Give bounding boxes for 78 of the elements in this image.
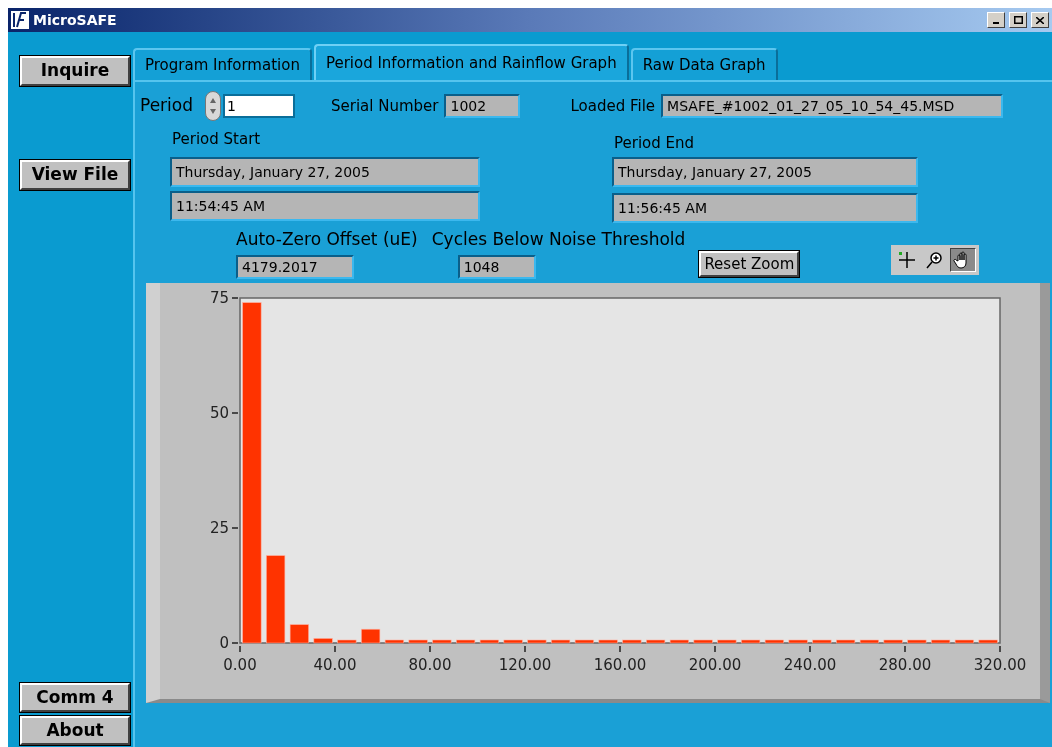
histogram-bar (527, 639, 547, 643)
histogram-bar (931, 639, 951, 643)
app-button[interactable]: Inquire (20, 56, 130, 86)
histogram-bar (456, 639, 476, 643)
histogram-bar (432, 639, 452, 643)
field-label: Serial Number (331, 95, 439, 117)
histogram-bar (907, 639, 927, 643)
histogram-bar (693, 639, 713, 643)
histogram-bar (574, 639, 594, 643)
cycles-below-noise-field: 1048 (457, 254, 536, 279)
histogram-bar (503, 639, 523, 643)
histogram-bar (598, 639, 618, 643)
graph-tool-button[interactable] (950, 247, 977, 272)
x-tick-label: 320.00 (973, 655, 1027, 674)
close-icon (1036, 16, 1044, 24)
x-tick-label: 200.00 (688, 655, 742, 674)
histogram-bar (978, 639, 998, 643)
histogram-bar (313, 637, 333, 643)
field-label: Auto-Zero Offset (uE) (236, 228, 418, 251)
app-button[interactable]: View File (20, 160, 130, 190)
histogram-bar (859, 639, 879, 643)
date-field: Thursday, January 27, 2005 (170, 156, 480, 187)
x-tick-label: 240.00 (783, 655, 837, 674)
histogram-bar (408, 639, 428, 643)
histogram-bar (384, 639, 404, 643)
auto-zero-offset-field: 4179.2017 (236, 254, 354, 279)
minimize-button[interactable] (987, 12, 1005, 28)
time-field: 11:56:45 AM (612, 192, 918, 223)
x-tick-label: 0.00 (223, 655, 257, 674)
histogram-bar (883, 639, 903, 643)
app-button[interactable]: Comm 4 (20, 683, 130, 712)
histogram-bar (646, 639, 666, 643)
histogram-bar (836, 639, 856, 643)
histogram-bar (788, 639, 808, 643)
up-down-arrows-icon (209, 96, 217, 116)
tab[interactable]: Program Information (133, 48, 312, 80)
y-tick-label: 0 (219, 633, 229, 652)
x-tick-label: 280.00 (878, 655, 932, 674)
histogram-bar (622, 639, 642, 643)
histogram-bar (669, 639, 689, 643)
period-field[interactable]: 1 (223, 94, 295, 118)
histogram-bar (337, 639, 357, 643)
app-button[interactable]: Reset Zoom (699, 250, 800, 277)
histogram-bar (289, 623, 309, 643)
histogram-bar (764, 639, 784, 643)
y-tick-label: 50 (209, 403, 229, 422)
x-tick-label: 40.00 (313, 655, 357, 674)
x-tick-label: 80.00 (408, 655, 452, 674)
field-label: Period End (614, 133, 696, 154)
field-label: Loaded File (570, 95, 656, 117)
histogram-bar (741, 639, 761, 643)
date-field: Thursday, January 27, 2005 (612, 156, 918, 187)
x-tick-label: 120.00 (498, 655, 552, 674)
minimize-icon (993, 22, 999, 24)
tab[interactable]: Raw Data Graph (630, 48, 778, 80)
field-label: Period Start (172, 129, 262, 150)
x-tick-label: 160.00 (593, 655, 647, 674)
histogram-bar (479, 639, 499, 643)
spin-button[interactable] (205, 91, 221, 121)
crosshair-icon (897, 249, 918, 270)
histogram-bar (551, 639, 571, 643)
loaded-file-field: MSAFE_#1002_01_27_05_10_54_45.MSD (661, 94, 1004, 118)
window-title: MicroSAFE (33, 10, 117, 30)
histogram-bar (717, 639, 737, 643)
y-tick-label: 25 (209, 518, 229, 537)
histogram-bar (954, 639, 974, 643)
field-label: Cycles Below Noise Threshold (431, 228, 686, 251)
tab[interactable]: Period Information and Rainflow Graph (313, 44, 629, 80)
app-logo-icon (11, 11, 29, 29)
histogram-bar (812, 639, 832, 643)
y-tick-label: 75 (209, 288, 229, 307)
time-field: 11:54:45 AM (170, 190, 480, 221)
serial-number-field: 1002 (444, 94, 521, 118)
maximize-icon (1013, 16, 1023, 24)
app-button[interactable]: About (20, 716, 130, 745)
maximize-button[interactable] (1009, 12, 1027, 28)
field-label: Period (140, 94, 193, 118)
close-button[interactable] (1031, 12, 1049, 28)
